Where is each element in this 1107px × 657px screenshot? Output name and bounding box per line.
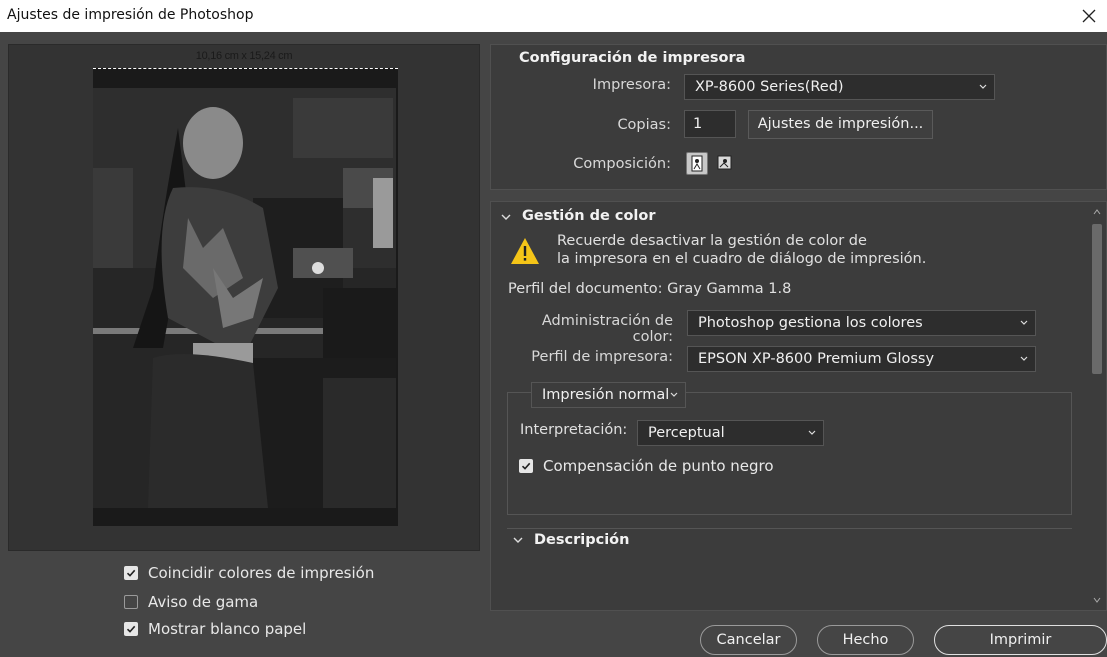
scroll-down-icon[interactable]: [1092, 596, 1102, 604]
gamut-warning-label: Aviso de gama: [148, 593, 259, 611]
close-icon: [1082, 9, 1096, 23]
copies-label: Copias:: [617, 117, 671, 133]
intent-select[interactable]: Perceptual: [637, 420, 824, 446]
title-bar: Ajustes de impresión de Photoshop: [0, 0, 1107, 32]
black-point-compensation-label: Compensación de punto negro: [543, 457, 774, 475]
cancel-button[interactable]: Cancelar: [700, 625, 797, 655]
print-settings-button[interactable]: Ajustes de impresión...: [748, 110, 933, 139]
print-mode-group: [507, 392, 1072, 515]
warning-text-line2: la impresora en el cuadro de diálogo de …: [557, 251, 927, 267]
printer-setup-title: Configuración de impresora: [519, 50, 746, 66]
printer-label: Impresora:: [592, 77, 671, 93]
intent-label: Interpretación:: [520, 422, 628, 438]
chevron-down-icon: [1020, 320, 1028, 325]
print-button[interactable]: Imprimir: [934, 625, 1107, 655]
intent-value: Perceptual: [648, 425, 725, 441]
chevron-down-icon: [979, 84, 987, 89]
copies-input[interactable]: 1: [684, 110, 736, 138]
divider: [507, 528, 1072, 529]
checkbox-unchecked-icon: [124, 595, 138, 609]
printer-profile-select[interactable]: EPSON XP-8600 Premium Glossy: [687, 346, 1036, 372]
checkbox-checked-icon: [124, 622, 138, 636]
window-title: Ajustes de impresión de Photoshop: [7, 7, 254, 23]
color-handling-label: Administración de color:: [541, 313, 673, 345]
chevron-down-icon: [808, 430, 816, 435]
landscape-layout-button[interactable]: [714, 152, 736, 175]
description-title: Descripción: [534, 532, 630, 548]
print-mode-value: Impresión normal: [542, 387, 670, 403]
checkbox-checked-icon: [519, 459, 533, 473]
paper-size-label: 10,16 cm x 15,24 cm: [195, 50, 293, 62]
printer-profile-label: Perfil de impresora:: [531, 349, 673, 365]
printer-setup-panel: Configuración de impresora Impresora: XP…: [490, 44, 1107, 190]
gamut-warning-checkbox[interactable]: Aviso de gama: [124, 593, 258, 611]
scrollbar[interactable]: [1092, 206, 1102, 606]
black-point-compensation-checkbox[interactable]: Compensación de punto negro: [519, 457, 774, 475]
show-paper-white-label: Mostrar blanco papel: [148, 620, 307, 638]
photo-illustration: [93, 88, 396, 508]
landscape-layout-icon: [717, 155, 732, 170]
color-handling-value: Photoshop gestiona los colores: [698, 315, 923, 331]
chevron-down-icon: [670, 392, 678, 397]
show-paper-white-checkbox[interactable]: Mostrar blanco papel: [124, 620, 306, 638]
scroll-up-icon[interactable]: [1092, 208, 1102, 216]
portrait-layout-button[interactable]: [686, 152, 708, 175]
print-preview[interactable]: 10,16 cm x 15,24 cm: [8, 44, 480, 551]
match-print-colors-label: Coincidir colores de impresión: [148, 564, 375, 582]
printer-value: XP-8600 Series(Red): [695, 79, 844, 95]
color-management-title: Gestión de color: [522, 208, 656, 224]
done-button[interactable]: Hecho: [817, 625, 914, 655]
match-print-colors-checkbox[interactable]: Coincidir colores de impresión: [124, 564, 374, 582]
preview-image: [93, 88, 396, 508]
warning-text-line1: Recuerde desactivar la gestión de color …: [557, 233, 867, 249]
print-mode-select[interactable]: Impresión normal: [531, 382, 686, 408]
paper-sheet: [93, 68, 398, 526]
printer-profile-value: EPSON XP-8600 Premium Glossy: [698, 351, 935, 367]
portrait-layout-icon: [691, 155, 703, 172]
printer-select[interactable]: XP-8600 Series(Red): [684, 74, 995, 100]
warning-icon: [511, 238, 539, 264]
collapse-chevron-icon[interactable]: [500, 211, 512, 223]
collapse-chevron-icon[interactable]: [512, 534, 524, 546]
document-profile-text: Perfil del documento: Gray Gamma 1.8: [508, 281, 792, 297]
checkbox-checked-icon: [124, 566, 138, 580]
color-handling-select[interactable]: Photoshop gestiona los colores: [687, 310, 1036, 336]
layout-label: Composición:: [573, 156, 671, 172]
scrollbar-thumb[interactable]: [1092, 224, 1102, 374]
chevron-down-icon: [1020, 356, 1028, 361]
close-button[interactable]: [1071, 0, 1107, 32]
color-management-panel: Gestión de color Recuerde desactivar la …: [490, 201, 1107, 611]
